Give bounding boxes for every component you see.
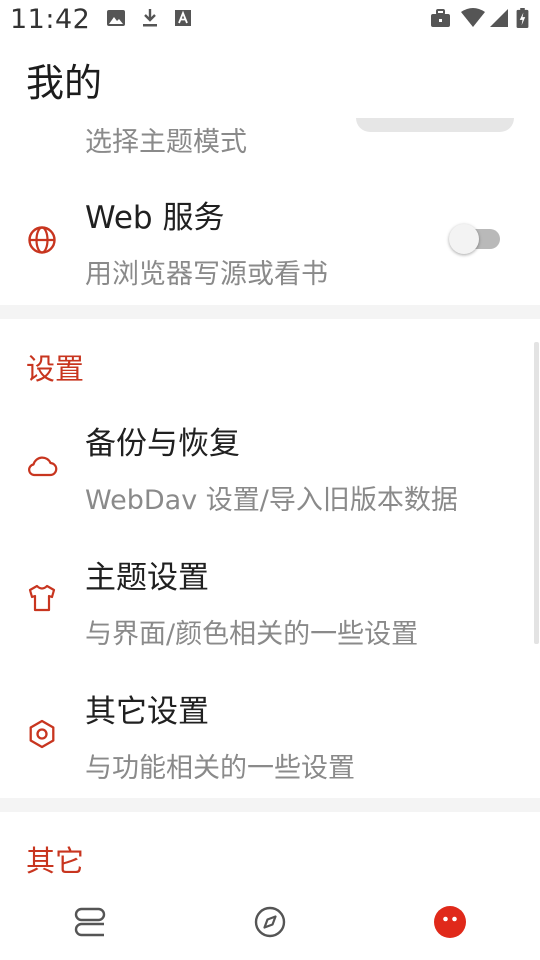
- page-title: 我的: [26, 61, 103, 105]
- bookshelf-icon: [74, 907, 106, 937]
- scrollbar[interactable]: [534, 342, 539, 644]
- cloud-icon: [28, 456, 58, 477]
- web-service-title: Web 服务: [85, 200, 225, 236]
- section-divider: [0, 798, 540, 812]
- theme-settings-subtitle: 与界面/颜色相关的一些设置: [85, 619, 419, 650]
- compass-icon: [254, 906, 286, 938]
- image-icon: [107, 10, 125, 26]
- backup-restore-preference[interactable]: 备份与恢复 WebDav 设置/导入旧版本数据: [0, 408, 534, 532]
- download-icon: [143, 9, 157, 27]
- text-a-icon: [175, 10, 191, 26]
- shirt-icon: [28, 584, 56, 612]
- status-time: 11:42: [10, 4, 91, 35]
- wifi-icon: [461, 8, 485, 27]
- backup-restore-subtitle: WebDav 设置/导入旧版本数据: [85, 485, 458, 516]
- section-divider: [0, 305, 540, 319]
- other-settings-title: 其它设置: [85, 694, 209, 730]
- theme-mode-preference[interactable]: 选择主题模式: [0, 106, 540, 162]
- theme-settings-title: 主题设置: [85, 560, 209, 596]
- globe-icon: [28, 226, 56, 254]
- nav-bookshelf[interactable]: [0, 884, 180, 960]
- theme-mode-value-pill: [356, 118, 514, 132]
- nav-my[interactable]: [360, 884, 540, 960]
- hexagon-settings-icon: [29, 719, 55, 749]
- other-settings-preference[interactable]: 其它设置 与功能相关的一些设置: [0, 676, 534, 800]
- web-service-toggle-thumb[interactable]: [449, 224, 479, 254]
- other-section-header: 其它: [26, 844, 85, 878]
- nav-discover[interactable]: [180, 884, 360, 960]
- bottom-navigation: [0, 884, 540, 960]
- signal-icon: [490, 9, 508, 27]
- battery-charging-icon: [516, 8, 529, 28]
- briefcase-icon: [431, 9, 450, 27]
- theme-mode-subtitle: 选择主题模式: [85, 127, 247, 158]
- backup-restore-title: 备份与恢复: [85, 426, 240, 462]
- theme-settings-preference[interactable]: 主题设置 与界面/颜色相关的一些设置: [0, 542, 534, 666]
- status-bar: 11:42: [0, 0, 540, 40]
- other-settings-subtitle: 与功能相关的一些设置: [85, 753, 355, 784]
- web-service-subtitle: 用浏览器写源或看书: [85, 259, 328, 290]
- my-face-icon: [434, 906, 466, 938]
- settings-section-header: 设置: [26, 352, 85, 386]
